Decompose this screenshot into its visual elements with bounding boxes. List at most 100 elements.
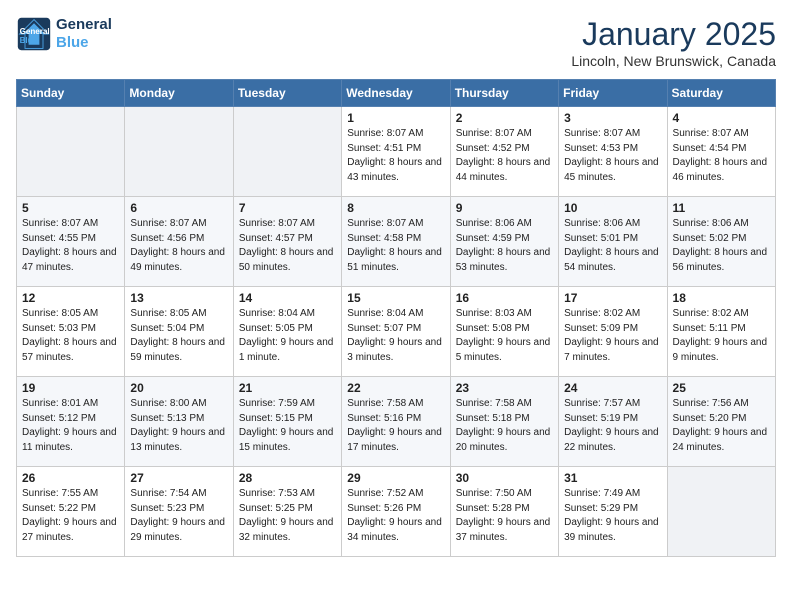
day-number: 2 [456, 111, 553, 125]
day-info: Sunrise: 8:04 AM Sunset: 5:07 PM Dayligh… [347, 307, 444, 365]
day-number: 26 [22, 471, 119, 485]
title-block: January 2025 Lincoln, New Brunswick, Can… [571, 16, 776, 69]
day-info: Sunrise: 8:05 AM Sunset: 5:04 PM Dayligh… [130, 307, 227, 365]
weekday-header-thursday: Thursday [450, 80, 558, 107]
day-info: Sunrise: 8:01 AM Sunset: 5:12 PM Dayligh… [22, 397, 119, 455]
calendar-cell: 13Sunrise: 8:05 AM Sunset: 5:04 PM Dayli… [125, 287, 233, 377]
calendar-cell: 10 Sunrise: 8:06 AM Sunset: 5:01 PM Dayli… [559, 197, 667, 287]
calendar-cell: 2 Sunrise: 8:07 AM Sunset: 4:52 PM Daylig… [450, 107, 558, 197]
calendar-cell: 20 Sunrise: 8:00 AM Sunset: 5:13 PM Dayli… [125, 377, 233, 467]
day-info: Sunrise: 8:07 AM Sunset: 4:51 PM Dayligh… [347, 127, 444, 185]
logo-text-line2: Blue [56, 34, 112, 52]
day-info: Sunrise: 7:56 AM Sunset: 5:20 PM Dayligh… [673, 397, 770, 455]
day-number: 28 [239, 471, 336, 485]
day-number: 18 [673, 291, 770, 305]
calendar-cell: 7 Sunrise: 8:07 AM Sunset: 4:57 PM Daylig… [233, 197, 341, 287]
day-info: Sunrise: 8:07 AM Sunset: 4:58 PM Dayligh… [347, 217, 444, 275]
calendar-cell: 1 Sunrise: 8:07 AM Sunset: 4:51 PM Daylig… [342, 107, 450, 197]
calendar-cell: 19 Sunrise: 8:01 AM Sunset: 5:12 PM Dayli… [17, 377, 125, 467]
calendar-cell: 23Sunrise: 7:58 AM Sunset: 5:18 PM Dayli… [450, 377, 558, 467]
day-info: Sunrise: 7:57 AM Sunset: 5:19 PM Dayligh… [564, 397, 661, 455]
calendar-cell: 31 Sunrise: 7:49 AM Sunset: 5:29 PM Dayli… [559, 467, 667, 557]
calendar-cell: 6 Sunrise: 8:07 AM Sunset: 4:56 PM Daylig… [125, 197, 233, 287]
day-info: Sunrise: 8:03 AM Sunset: 5:08 PM Dayligh… [456, 307, 553, 365]
calendar-cell: 26 Sunrise: 7:55 AM Sunset: 5:22 PM Dayli… [17, 467, 125, 557]
day-info: Sunrise: 8:07 AM Sunset: 4:53 PM Dayligh… [564, 127, 661, 185]
day-info: Sunrise: 8:06 AM Sunset: 5:01 PM Dayligh… [564, 217, 661, 275]
weekday-header-saturday: Saturday [667, 80, 775, 107]
day-number: 10 [564, 201, 661, 215]
day-number: 6 [130, 201, 227, 215]
page: General Blue General Blue January 2025 L… [0, 0, 792, 573]
day-number: 31 [564, 471, 661, 485]
calendar-cell: 22Sunrise: 7:58 AM Sunset: 5:16 PM Dayli… [342, 377, 450, 467]
calendar-cell: 8 Sunrise: 8:07 AM Sunset: 4:58 PM Daylig… [342, 197, 450, 287]
day-number: 30 [456, 471, 553, 485]
day-info: Sunrise: 7:53 AM Sunset: 5:25 PM Dayligh… [239, 487, 336, 545]
day-info: Sunrise: 7:52 AM Sunset: 5:26 PM Dayligh… [347, 487, 444, 545]
calendar-cell: 14Sunrise: 8:04 AM Sunset: 5:05 PM Dayli… [233, 287, 341, 377]
calendar-cell: 28 Sunrise: 7:53 AM Sunset: 5:25 PM Dayli… [233, 467, 341, 557]
day-number: 1 [347, 111, 444, 125]
calendar-cell: 18Sunrise: 8:02 AM Sunset: 5:11 PM Dayli… [667, 287, 775, 377]
calendar-cell [125, 107, 233, 197]
week-row-2: 5Sunrise: 8:07 AM Sunset: 4:55 PM Daylig… [17, 197, 776, 287]
day-number: 8 [347, 201, 444, 215]
location: Lincoln, New Brunswick, Canada [571, 53, 776, 69]
day-info: Sunrise: 8:07 AM Sunset: 4:57 PM Dayligh… [239, 217, 336, 275]
day-number: 12 [22, 291, 119, 305]
day-number: 21 [239, 381, 336, 395]
svg-text:Blue: Blue [20, 36, 38, 45]
day-number: 15 [347, 291, 444, 305]
day-info: Sunrise: 8:06 AM Sunset: 5:02 PM Dayligh… [673, 217, 770, 275]
day-info: Sunrise: 8:05 AM Sunset: 5:03 PM Dayligh… [22, 307, 119, 365]
calendar-cell: 16 Sunrise: 8:03 AM Sunset: 5:08 PM Dayli… [450, 287, 558, 377]
week-row-1: 1 Sunrise: 8:07 AM Sunset: 4:51 PM Daylig… [17, 107, 776, 197]
day-info: Sunrise: 8:06 AM Sunset: 4:59 PM Dayligh… [456, 217, 553, 275]
day-number: 7 [239, 201, 336, 215]
day-number: 4 [673, 111, 770, 125]
day-number: 17 [564, 291, 661, 305]
calendar-cell: 4 Sunrise: 8:07 AM Sunset: 4:54 PM Daylig… [667, 107, 775, 197]
day-number: 16 [456, 291, 553, 305]
day-number: 20 [130, 381, 227, 395]
day-info: Sunrise: 8:07 AM Sunset: 4:56 PM Dayligh… [130, 217, 227, 275]
day-info: Sunrise: 8:07 AM Sunset: 4:52 PM Dayligh… [456, 127, 553, 185]
calendar-cell: 30 Sunrise: 7:50 AM Sunset: 5:28 PM Dayli… [450, 467, 558, 557]
calendar-cell: 3 Sunrise: 8:07 AM Sunset: 4:53 PM Daylig… [559, 107, 667, 197]
day-info: Sunrise: 8:07 AM Sunset: 4:54 PM Dayligh… [673, 127, 770, 185]
weekday-header-friday: Friday [559, 80, 667, 107]
calendar-cell: 27 Sunrise: 7:54 AM Sunset: 5:23 PM Dayli… [125, 467, 233, 557]
day-number: 11 [673, 201, 770, 215]
calendar-cell: 29 Sunrise: 7:52 AM Sunset: 5:26 PM Dayli… [342, 467, 450, 557]
day-number: 14 [239, 291, 336, 305]
day-number: 19 [22, 381, 119, 395]
day-number: 25 [673, 381, 770, 395]
calendar-cell: 5Sunrise: 8:07 AM Sunset: 4:55 PM Daylig… [17, 197, 125, 287]
weekday-header-tuesday: Tuesday [233, 80, 341, 107]
svg-text:General: General [20, 27, 50, 36]
week-row-4: 19 Sunrise: 8:01 AM Sunset: 5:12 PM Dayli… [17, 377, 776, 467]
calendar-cell [233, 107, 341, 197]
month-title: January 2025 [571, 16, 776, 53]
day-number: 29 [347, 471, 444, 485]
day-number: 5 [22, 201, 119, 215]
calendar-cell: 21 Sunrise: 7:59 AM Sunset: 5:15 PM Dayli… [233, 377, 341, 467]
day-number: 9 [456, 201, 553, 215]
day-info: Sunrise: 7:50 AM Sunset: 5:28 PM Dayligh… [456, 487, 553, 545]
calendar-cell: 9 Sunrise: 8:06 AM Sunset: 4:59 PM Daylig… [450, 197, 558, 287]
day-info: Sunrise: 7:59 AM Sunset: 5:15 PM Dayligh… [239, 397, 336, 455]
week-row-5: 26 Sunrise: 7:55 AM Sunset: 5:22 PM Dayli… [17, 467, 776, 557]
day-info: Sunrise: 8:00 AM Sunset: 5:13 PM Dayligh… [130, 397, 227, 455]
day-info: Sunrise: 7:49 AM Sunset: 5:29 PM Dayligh… [564, 487, 661, 545]
calendar-cell [667, 467, 775, 557]
day-number: 3 [564, 111, 661, 125]
calendar: SundayMondayTuesdayWednesdayThursdayFrid… [16, 79, 776, 557]
day-info: Sunrise: 7:54 AM Sunset: 5:23 PM Dayligh… [130, 487, 227, 545]
weekday-header-sunday: Sunday [17, 80, 125, 107]
day-info: Sunrise: 8:02 AM Sunset: 5:09 PM Dayligh… [564, 307, 661, 365]
calendar-cell: 11 Sunrise: 8:06 AM Sunset: 5:02 PM Dayli… [667, 197, 775, 287]
weekday-header-monday: Monday [125, 80, 233, 107]
day-info: Sunrise: 7:55 AM Sunset: 5:22 PM Dayligh… [22, 487, 119, 545]
day-number: 27 [130, 471, 227, 485]
